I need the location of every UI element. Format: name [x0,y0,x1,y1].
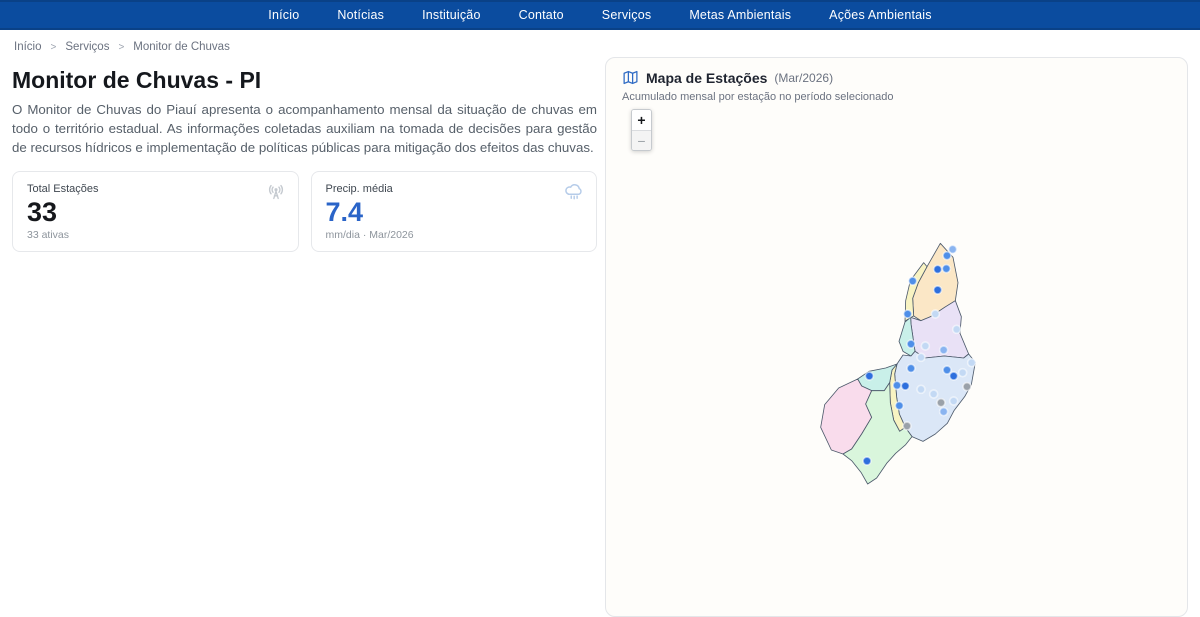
station-dot[interactable] [863,457,871,465]
avg-precip-value: 7.4 [326,198,583,228]
map-icon [622,69,639,86]
map-zoom-control: + − [631,109,652,151]
breadcrumb-separator: > [118,42,124,53]
station-dot[interactable] [943,252,951,260]
station-dot[interactable] [921,342,929,350]
map-panel-header: Mapa de Estações (Mar/2026) [622,69,1171,86]
avg-precip-label: Precip. média [326,183,583,195]
main-content: Monitor de Chuvas - PI O Monitor de Chuv… [0,57,1200,617]
left-column: Monitor de Chuvas - PI O Monitor de Chuv… [12,57,597,252]
breadcrumb-servicos[interactable]: Serviços [65,41,109,53]
total-stations-sub: 33 ativas [27,229,284,241]
station-dot[interactable] [895,402,903,410]
piaui-state-map[interactable] [811,240,1001,490]
avg-precip-sub: mm/dia · Mar/2026 [326,229,583,241]
station-dot[interactable] [937,399,945,407]
breadcrumb-current: Monitor de Chuvas [133,41,230,53]
station-dot[interactable] [930,390,938,398]
station-dot[interactable] [934,265,942,273]
total-stations-card: Total Estações 33 33 ativas [12,171,299,253]
stat-cards: Total Estações 33 33 ativas Precip. [12,171,597,253]
station-dot[interactable] [901,382,909,390]
map-panel-caption: Acumulado mensal por estação no período … [622,91,1171,103]
nav-item-metas-ambientais[interactable]: Metas Ambientais [689,8,791,22]
map-panel-title: Mapa de Estações [646,70,767,86]
station-dot[interactable] [931,310,939,318]
page-description: O Monitor de Chuvas do Piauí apresenta o… [12,101,597,158]
breadcrumb: Início > Serviços > Monitor de Chuvas [0,30,1200,57]
station-dot[interactable] [909,277,917,285]
station-dot[interactable] [940,346,948,354]
nav-item-contato[interactable]: Contato [519,8,564,22]
page-title: Monitor de Chuvas - PI [12,67,597,94]
map-panel-period: (Mar/2026) [774,71,833,85]
top-navigation: Início Notícias Instituição Contato Serv… [0,0,1200,30]
station-dot[interactable] [963,383,971,391]
station-dot[interactable] [934,286,942,294]
station-dot[interactable] [968,359,976,367]
station-dot[interactable] [942,265,950,273]
total-stations-label: Total Estações [27,183,284,195]
station-dot[interactable] [943,366,951,374]
station-dot[interactable] [904,310,912,318]
nav-item-inicio[interactable]: Início [268,8,299,22]
zoom-out-button[interactable]: − [632,130,651,150]
nav-item-noticias[interactable]: Notícias [337,8,384,22]
station-dot[interactable] [893,381,901,389]
breadcrumb-separator: > [51,42,57,53]
nav-item-servicos[interactable]: Serviços [602,8,652,22]
station-dot[interactable] [953,325,961,333]
station-dot[interactable] [917,353,925,361]
stations-map-panel: Mapa de Estações (Mar/2026) Acumulado me… [605,57,1188,617]
station-dot[interactable] [940,408,948,416]
station-dot[interactable] [950,372,958,380]
station-dot[interactable] [959,369,967,377]
total-stations-value: 33 [27,198,284,228]
zoom-in-button[interactable]: + [632,110,651,130]
nav-item-instituicao[interactable]: Instituição [422,8,480,22]
avg-precip-card: Precip. média 7.4 mm/dia · Mar/2026 [311,171,598,253]
rain-cloud-icon [563,181,585,203]
station-dot[interactable] [907,364,915,372]
station-dot[interactable] [865,372,873,380]
station-dot[interactable] [950,397,958,405]
station-dot[interactable] [903,422,911,430]
nav-item-acoes-ambientais[interactable]: Ações Ambientais [829,8,932,22]
station-dot[interactable] [917,385,925,393]
antenna-icon [265,181,287,203]
breadcrumb-inicio[interactable]: Início [14,41,42,53]
station-dot[interactable] [907,340,915,348]
